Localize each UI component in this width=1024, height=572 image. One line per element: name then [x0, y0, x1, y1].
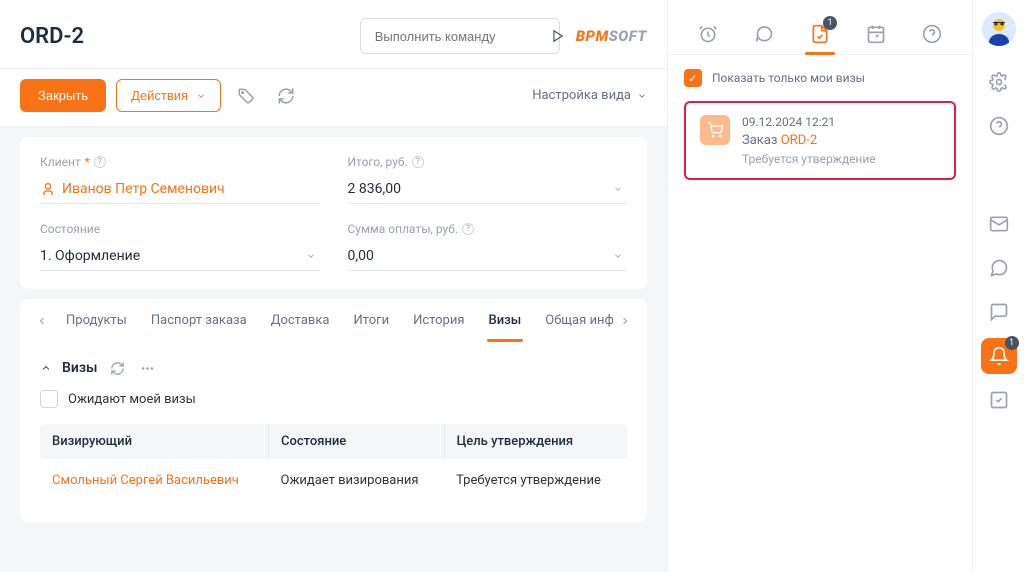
tab-scroll-left-icon[interactable] — [30, 315, 54, 327]
notif-time: 09.12.2024 12:21 — [742, 115, 876, 129]
help-icon[interactable]: ? — [94, 156, 106, 168]
tabs-wrap: ПродуктыПаспорт заказаДоставкаИтогиИстор… — [20, 299, 647, 342]
tab-4[interactable]: История — [401, 299, 476, 342]
col-approver[interactable]: Визирующий — [40, 424, 269, 459]
collapse-caret-icon[interactable] — [40, 362, 52, 374]
state-value-wrap[interactable]: 1. Оформление — [40, 240, 320, 271]
side-filter-row[interactable]: ✓ Показать только мои визы — [684, 69, 956, 87]
state-value: 1. Оформление — [40, 248, 140, 264]
chat-icon[interactable] — [981, 250, 1017, 286]
bell-badge: 1 — [1005, 336, 1019, 350]
total-value: 2 836,00 — [348, 181, 401, 197]
more-icon[interactable] — [137, 358, 157, 378]
section-head: Визы — [40, 358, 627, 378]
cell-purpose: Требуется утверждение — [444, 459, 627, 502]
refresh-icon[interactable] — [107, 358, 127, 378]
col-purpose[interactable]: Цель утверждения — [444, 424, 627, 459]
message-icon[interactable] — [981, 294, 1017, 330]
field-client: Клиент* ? Иванов Петр Семенович — [40, 155, 320, 204]
tab-content-visas: Визы Ожидают моей визы Визирующий Состоя… — [20, 342, 647, 522]
actions-button[interactable]: Действия — [116, 79, 221, 112]
notif-link[interactable]: ORD-2 — [781, 133, 817, 148]
main-area: ORD-2 BPMSOFT Закрыть Действия Настро — [0, 0, 667, 572]
tab-scroll-right-icon[interactable] — [613, 315, 637, 327]
tabs-container: ПродуктыПаспорт заказаДоставкаИтогиИстор… — [54, 299, 613, 342]
help-icon[interactable]: ? — [462, 223, 474, 235]
gear-icon[interactable] — [981, 64, 1017, 100]
cart-icon — [700, 115, 730, 145]
help-icon[interactable] — [981, 108, 1017, 144]
checkbox-checked[interactable]: ✓ — [684, 69, 702, 87]
command-input-wrap[interactable] — [360, 18, 560, 54]
chevron-down-icon[interactable] — [613, 251, 623, 261]
help-icon[interactable]: ? — [412, 156, 424, 168]
client-value-wrap[interactable]: Иванов Петр Семенович — [40, 173, 320, 204]
cell-approver[interactable]: Смольный Сергей Васильевич — [40, 459, 269, 502]
refresh-icon[interactable] — [271, 81, 301, 111]
run-command-icon[interactable] — [551, 25, 565, 47]
checkbox-unchecked[interactable] — [40, 390, 58, 408]
tag-icon[interactable] — [231, 81, 261, 111]
section-title: Визы — [62, 360, 97, 376]
close-button[interactable]: Закрыть — [20, 79, 106, 112]
visa-table: Визирующий Состояние Цель утверждения См… — [40, 424, 627, 502]
filter-label: Ожидают моей визы — [68, 392, 196, 407]
side-panel: 1 ✓ Показать только мои визы 09.12.2024 … — [667, 0, 972, 572]
field-payment: Сумма оплаты, руб. ? 0,00 — [348, 222, 628, 271]
command-area: BPMSOFT — [360, 18, 647, 54]
side-tabs: 1 — [668, 0, 972, 55]
side-tab-help[interactable] — [911, 14, 953, 54]
view-config-button[interactable]: Настройка вида — [532, 88, 647, 103]
total-value-wrap[interactable]: 2 836,00 — [348, 173, 628, 204]
command-input[interactable] — [375, 29, 551, 44]
logo: BPMSOFT — [576, 27, 647, 45]
payment-value-wrap[interactable]: 0,00 — [348, 240, 628, 271]
right-rail: 1 — [972, 0, 1024, 572]
form-card: Клиент* ? Иванов Петр Семенович Итого, р… — [20, 137, 647, 289]
approvals-badge: 1 — [823, 16, 837, 30]
header-bar: ORD-2 BPMSOFT — [0, 0, 667, 69]
field-state: Состояние 1. Оформление — [40, 222, 320, 271]
field-total: Итого, руб. ? 2 836,00 — [348, 155, 628, 204]
col-state[interactable]: Состояние — [269, 424, 445, 459]
filter-row[interactable]: Ожидают моей визы — [40, 390, 627, 408]
side-tab-feed[interactable] — [743, 14, 785, 54]
content-scroll[interactable]: Клиент* ? Иванов Петр Семенович Итого, р… — [0, 127, 667, 572]
client-value[interactable]: Иванов Петр Семенович — [62, 181, 225, 197]
payment-label: Сумма оплаты, руб. — [348, 222, 459, 236]
state-label: Состояние — [40, 222, 100, 236]
tab-2[interactable]: Доставка — [259, 299, 342, 342]
person-icon — [40, 181, 56, 197]
mail-icon[interactable] — [981, 206, 1017, 242]
avatar[interactable] — [982, 12, 1016, 46]
side-body: ✓ Показать только мои визы 09.12.2024 12… — [668, 55, 972, 194]
payment-value: 0,00 — [348, 248, 374, 264]
tab-5[interactable]: Визы — [477, 299, 534, 342]
side-tab-calendar[interactable] — [855, 14, 897, 54]
notif-title: Заказ ORD-2 — [742, 133, 876, 148]
tab-1[interactable]: Паспорт заказа — [139, 299, 259, 342]
tab-3[interactable]: Итоги — [341, 299, 401, 342]
tab-0[interactable]: Продукты — [54, 299, 139, 342]
side-tab-reminders[interactable] — [687, 14, 729, 54]
page-title: ORD-2 — [20, 24, 84, 49]
task-icon[interactable] — [981, 382, 1017, 418]
total-label: Итого, руб. — [348, 155, 408, 169]
chevron-down-icon[interactable] — [613, 184, 623, 194]
notification-card[interactable]: 09.12.2024 12:21 Заказ ORD-2 Требуется у… — [684, 101, 956, 180]
cell-state: Ожидает визирования — [269, 459, 445, 502]
bell-icon[interactable]: 1 — [981, 338, 1017, 374]
side-tab-approvals[interactable]: 1 — [799, 14, 841, 54]
client-label: Клиент — [40, 155, 81, 169]
side-filter-label: Показать только мои визы — [712, 71, 865, 85]
chevron-down-icon[interactable] — [306, 251, 316, 261]
tab-6[interactable]: Общая информация — [533, 299, 613, 342]
action-bar: Закрыть Действия Настройка вида — [0, 69, 667, 127]
table-row[interactable]: Смольный Сергей ВасильевичОжидает визиро… — [40, 459, 627, 502]
notif-status: Требуется утверждение — [742, 152, 876, 166]
